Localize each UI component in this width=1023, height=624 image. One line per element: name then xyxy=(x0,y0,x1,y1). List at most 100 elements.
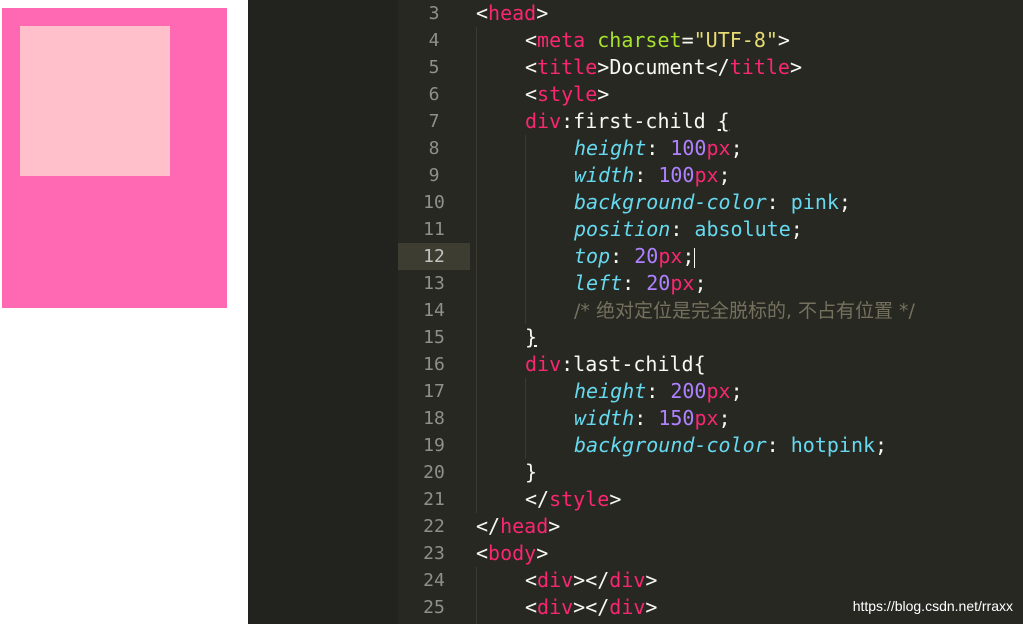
line-number: 13 xyxy=(423,273,445,294)
token-unit: px xyxy=(694,406,719,430)
code-line-20: } xyxy=(525,459,537,486)
line-number: 19 xyxy=(423,435,445,456)
token-number: 200 xyxy=(670,379,707,403)
token-property: left xyxy=(574,271,623,295)
token-brace: { xyxy=(717,109,730,133)
code-line-13: left: 20px; xyxy=(574,271,707,295)
line-number: 10 xyxy=(423,192,445,213)
code-area[interactable]: <head> <meta charset="UTF-8"> <title>Doc… xyxy=(476,0,1023,624)
code-line-18: width: 150px; xyxy=(574,406,731,430)
code-line-9: width: 100px; xyxy=(574,163,731,187)
code-line-14: /* 绝对定位是完全脱标的, 不占有位置 */ xyxy=(574,297,915,324)
token-selector: div xyxy=(525,109,562,133)
code-line-22: </head> xyxy=(476,514,561,538)
token-value: absolute xyxy=(694,217,791,241)
code-line-25: <div></div> xyxy=(525,595,658,619)
line-number: 21 xyxy=(423,489,445,510)
token-unit: px xyxy=(706,379,731,403)
code-line-19: background-color: hotpink; xyxy=(574,433,888,457)
token-tag: div xyxy=(537,568,574,592)
code-line-21: </style> xyxy=(525,487,622,511)
line-number: 7 xyxy=(428,111,440,132)
indent-guide xyxy=(476,567,477,624)
code-line-24: <div></div> xyxy=(525,568,658,592)
token-tag: head xyxy=(488,1,537,25)
token-pseudo: :first-child xyxy=(561,109,718,133)
token-pseudo: :last-child{ xyxy=(561,352,706,376)
token-tag: div xyxy=(609,568,646,592)
token-number: 20 xyxy=(646,271,671,295)
indent-guide xyxy=(476,27,477,513)
token-tag: div xyxy=(537,595,574,619)
line-number: 11 xyxy=(423,219,445,240)
code-line-5: <title>Document</title> xyxy=(525,55,802,79)
token-value: pink xyxy=(790,190,839,214)
code-line-12: top: 20px; xyxy=(574,244,696,268)
token-property: height xyxy=(574,379,647,403)
token-number: 150 xyxy=(658,406,695,430)
code-line-23: <body> xyxy=(476,541,549,565)
line-number: 6 xyxy=(428,84,440,105)
line-number: 3 xyxy=(428,3,440,24)
token-comment: /* 绝对定位是完全脱标的, 不占有位置 */ xyxy=(574,300,915,322)
token-attr: charset xyxy=(597,28,682,52)
token-number: 100 xyxy=(670,136,707,160)
indent-guide xyxy=(525,378,526,459)
token-brace: } xyxy=(525,325,538,349)
token-brace: } xyxy=(525,460,538,484)
token-selector: div xyxy=(525,352,562,376)
line-number: 15 xyxy=(423,327,445,348)
line-number: 14 xyxy=(423,300,445,321)
token-property: height xyxy=(574,136,647,160)
line-number: 12 xyxy=(398,243,470,270)
token-property: width xyxy=(574,406,635,430)
line-number: 16 xyxy=(423,354,445,375)
token-property: position xyxy=(574,217,671,241)
code-line-16: div:last-child{ xyxy=(525,351,706,378)
token-number: 100 xyxy=(658,163,695,187)
token-tag: body xyxy=(488,541,537,565)
token-property: width xyxy=(574,163,635,187)
text-cursor xyxy=(694,247,696,268)
token-number: 20 xyxy=(634,244,659,268)
token-tag: title xyxy=(729,55,790,79)
token-text: Document xyxy=(609,55,706,79)
code-line-8: height: 100px; xyxy=(574,136,743,160)
token-property: background-color xyxy=(574,190,767,214)
code-editor[interactable]: 3 4 5 6 7 8 9 10 11 12 13 14 15 16 17 18 19 20 21 22 23 24 25 … xyxy=(248,0,1023,624)
line-number: 5 xyxy=(428,57,440,78)
token-unit: px xyxy=(658,244,683,268)
line-number: 4 xyxy=(428,30,440,51)
code-line-4: <meta charset="UTF-8"> xyxy=(525,28,790,52)
token-unit: px xyxy=(706,136,731,160)
code-line-7: div:first-child { xyxy=(525,108,730,135)
editor-left-gutter-area xyxy=(248,0,398,624)
code-line-10: background-color: pink; xyxy=(574,190,851,214)
token-unit: px xyxy=(670,271,695,295)
watermark-url: https://blog.csdn.net/rraxx xyxy=(852,598,1013,614)
line-number: 25 xyxy=(423,597,445,618)
line-number: 22 xyxy=(423,516,445,537)
token-property: top xyxy=(574,244,611,268)
token-tag: title xyxy=(537,55,598,79)
token-tag: head xyxy=(500,514,549,538)
line-number: 9 xyxy=(428,165,440,186)
code-line-6: <style> xyxy=(525,82,610,106)
token-tag: style xyxy=(549,487,610,511)
line-number-gutter: 3 4 5 6 7 8 9 10 11 12 13 14 15 16 17 18 19 20 21 22 23 24 25 xyxy=(398,0,470,624)
hotpink-box xyxy=(2,8,227,308)
line-number: 17 xyxy=(423,381,445,402)
pink-box xyxy=(20,26,170,176)
line-number: 20 xyxy=(423,462,445,483)
code-line-3: <head> xyxy=(476,1,549,25)
code-line-11: position: absolute; xyxy=(574,217,803,241)
token-tag: style xyxy=(537,82,598,106)
token-string: "UTF-8" xyxy=(693,28,778,52)
code-line-17: height: 200px; xyxy=(574,379,743,403)
browser-preview xyxy=(0,0,248,624)
token-property: background-color xyxy=(574,433,767,457)
token-tag: meta xyxy=(537,28,586,52)
token-tag: div xyxy=(609,595,646,619)
indent-guide xyxy=(525,135,526,324)
line-number: 8 xyxy=(428,138,440,159)
